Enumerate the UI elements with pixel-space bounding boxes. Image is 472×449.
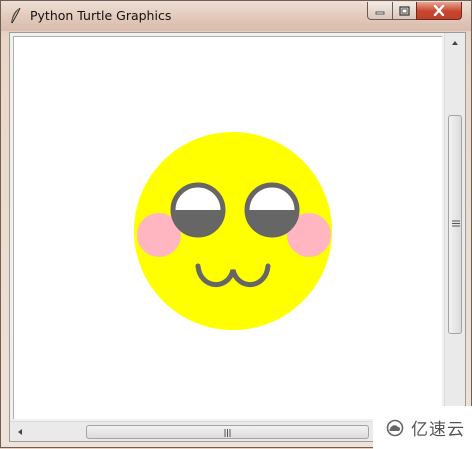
client-area	[9, 32, 466, 442]
right-eye	[244, 182, 300, 238]
close-button[interactable]	[416, 2, 462, 20]
vertical-scrollbar[interactable]	[444, 33, 465, 421]
grip-icon	[224, 429, 231, 437]
feather-icon	[11, 7, 21, 24]
scroll-left-arrow-icon[interactable]	[13, 425, 27, 439]
close-icon	[433, 5, 445, 16]
maximize-icon	[399, 5, 410, 16]
vertical-scroll-thumb[interactable]	[448, 115, 462, 334]
turtle-window: Python Turtle Graphics 亿速云	[0, 0, 472, 449]
cloud-logo-icon	[386, 419, 404, 436]
smiley-drawing	[134, 132, 332, 330]
grip-icon	[452, 220, 460, 227]
left-eye	[170, 182, 226, 238]
minimize-icon	[375, 11, 385, 14]
title-bar[interactable]: Python Turtle Graphics	[1, 1, 471, 31]
scroll-up-arrow-icon[interactable]	[448, 36, 462, 50]
maximize-button[interactable]	[392, 2, 417, 20]
watermark: 亿速云	[373, 406, 472, 449]
turtle-canvas[interactable]	[13, 36, 442, 419]
horizontal-scroll-thumb[interactable]	[86, 425, 369, 439]
window-title: Python Turtle Graphics	[30, 8, 172, 23]
minimize-button[interactable]	[367, 2, 393, 20]
watermark-text: 亿速云	[411, 420, 465, 440]
